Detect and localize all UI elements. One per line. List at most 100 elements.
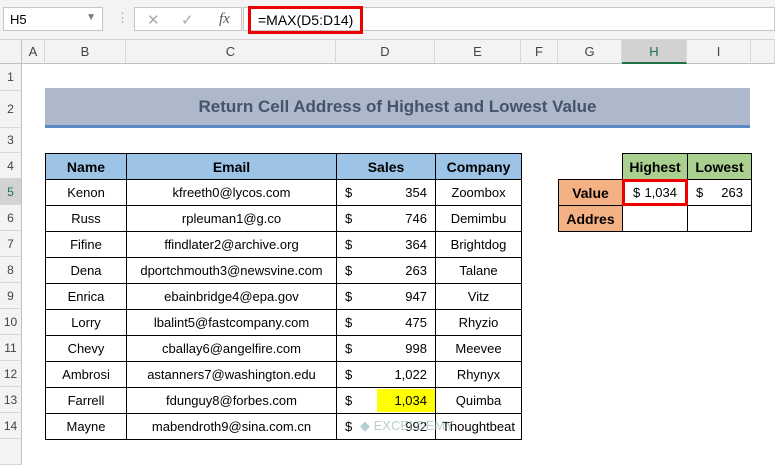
name-cell[interactable]: Dena — [45, 257, 127, 284]
sales-value: 475 — [405, 315, 427, 330]
sales-cell[interactable]: $475 — [336, 309, 436, 336]
sales-value: 1,034 — [377, 389, 435, 412]
name-cell[interactable]: Chevy — [45, 335, 127, 362]
email-cell[interactable]: ffindlater2@archive.org — [126, 231, 337, 258]
currency-symbol: $ — [345, 367, 353, 382]
row-header-10[interactable]: 10 — [0, 309, 22, 335]
fx-icon[interactable]: fx — [219, 11, 230, 28]
sales-cell[interactable]: $947 — [336, 283, 436, 310]
sales-value: 998 — [405, 341, 427, 356]
email-cell[interactable]: cballay6@angelfire.com — [126, 335, 337, 362]
company-cell[interactable]: Talane — [435, 257, 522, 284]
company-cell[interactable]: Meevee — [435, 335, 522, 362]
sales-value: 1,022 — [394, 367, 427, 382]
email-cell[interactable]: rpleuman1@g.co — [126, 205, 337, 232]
name-cell[interactable]: Ambrosi — [45, 361, 127, 388]
formula-input[interactable]: =MAX(D5:D14) — [243, 6, 775, 34]
column-header-B[interactable]: B — [45, 40, 126, 64]
email-cell[interactable]: astanners7@washington.edu — [126, 361, 337, 388]
company-cell[interactable]: Quimba — [435, 387, 522, 414]
column-header-I[interactable]: I — [687, 40, 751, 64]
currency-symbol: $ — [345, 419, 353, 434]
summary-header-highest[interactable]: Highest — [622, 153, 688, 180]
company-cell[interactable]: Rhyzio — [435, 309, 522, 336]
name-box[interactable]: H5 ▼ — [3, 7, 103, 31]
currency-symbol: $ — [345, 341, 353, 356]
row-header-9[interactable]: 9 — [0, 283, 22, 309]
row-header-1[interactable]: 1 — [0, 64, 22, 91]
column-header-H[interactable]: H — [622, 40, 687, 64]
currency-symbol: $ — [345, 211, 353, 226]
email-cell[interactable]: mabendroth9@sina.com.cn — [126, 413, 337, 440]
company-cell[interactable]: Zoombox — [435, 179, 522, 206]
currency-symbol: $ — [345, 315, 353, 330]
column-header-J[interactable] — [751, 40, 775, 64]
row-header-13[interactable]: 13 — [0, 387, 22, 413]
table-header-name[interactable]: Name — [45, 153, 127, 180]
row-header-2[interactable]: 2 — [0, 91, 22, 128]
summary-value-highest[interactable]: $1,034 — [622, 179, 688, 206]
drag-handle-icon[interactable]: ⋮ — [116, 10, 129, 26]
table-header-email[interactable]: Email — [126, 153, 337, 180]
name-cell[interactable]: Fifine — [45, 231, 127, 258]
column-header-A[interactable]: A — [22, 40, 45, 64]
row-header-12[interactable]: 12 — [0, 361, 22, 387]
summary-value-lowest[interactable]: $263 — [687, 179, 752, 206]
sales-cell[interactable]: $1,034 — [336, 387, 436, 414]
name-cell[interactable]: Kenon — [45, 179, 127, 206]
table-header-company[interactable]: Company — [435, 153, 522, 180]
select-all-button[interactable] — [0, 40, 22, 64]
cancel-icon[interactable]: ✕ — [147, 11, 160, 29]
row-header-6[interactable]: 6 — [0, 205, 22, 231]
email-cell[interactable]: lbalint5@fastcompany.com — [126, 309, 337, 336]
company-cell[interactable]: Brightdog — [435, 231, 522, 258]
company-cell[interactable]: Rhynyx — [435, 361, 522, 388]
email-cell[interactable]: ebainbridge4@epa.gov — [126, 283, 337, 310]
summary-label-value[interactable]: Value — [558, 179, 623, 206]
sales-value: 746 — [405, 211, 427, 226]
row-header-7[interactable]: 7 — [0, 231, 22, 257]
table-header-sales[interactable]: Sales — [336, 153, 436, 180]
email-cell[interactable]: fdunguy8@forbes.com — [126, 387, 337, 414]
summary-label-addres[interactable]: Addres — [558, 205, 623, 232]
currency-symbol: $ — [696, 185, 704, 200]
summary-header-lowest[interactable]: Lowest — [687, 153, 752, 180]
value: 1,034 — [644, 185, 677, 200]
row-header-8[interactable]: 8 — [0, 257, 22, 283]
email-cell[interactable]: dportchmouth3@newsvine.com — [126, 257, 337, 284]
sales-cell[interactable]: $998 — [336, 335, 436, 362]
formula-buttons: ✕ ✓ fx — [134, 7, 242, 31]
company-cell[interactable]: Vitz — [435, 283, 522, 310]
sales-cell[interactable]: $746 — [336, 205, 436, 232]
name-cell[interactable]: Lorry — [45, 309, 127, 336]
name-cell[interactable]: Enrica — [45, 283, 127, 310]
address-lowest[interactable] — [687, 205, 752, 232]
column-header-G[interactable]: G — [558, 40, 622, 64]
row-header-4[interactable]: 4 — [0, 153, 22, 179]
row-header-15[interactable] — [0, 439, 22, 465]
row-header-11[interactable]: 11 — [0, 335, 22, 361]
name-cell[interactable]: Russ — [45, 205, 127, 232]
column-header-F[interactable]: F — [521, 40, 558, 64]
enter-icon[interactable]: ✓ — [181, 11, 194, 29]
sales-value: 263 — [405, 263, 427, 278]
sales-cell[interactable]: $364 — [336, 231, 436, 258]
currency-symbol: $ — [345, 237, 353, 252]
name-cell[interactable]: Farrell — [45, 387, 127, 414]
sales-cell[interactable]: $1,022 — [336, 361, 436, 388]
column-header-C[interactable]: C — [126, 40, 336, 64]
row-header-14[interactable]: 14 — [0, 413, 22, 439]
sales-cell[interactable]: $354 — [336, 179, 436, 206]
column-header-E[interactable]: E — [435, 40, 521, 64]
address-highest[interactable] — [622, 205, 688, 232]
company-cell[interactable]: Demimbu — [435, 205, 522, 232]
name-cell[interactable]: Mayne — [45, 413, 127, 440]
row-header-5[interactable]: 5 — [0, 179, 22, 205]
column-header-D[interactable]: D — [336, 40, 435, 64]
sales-value: 364 — [405, 237, 427, 252]
sales-cell[interactable]: $263 — [336, 257, 436, 284]
email-cell[interactable]: kfreeth0@lycos.com — [126, 179, 337, 206]
chevron-down-icon[interactable]: ▼ — [86, 12, 96, 23]
row-header-3[interactable]: 3 — [0, 128, 22, 153]
currency-symbol: $ — [345, 185, 353, 200]
